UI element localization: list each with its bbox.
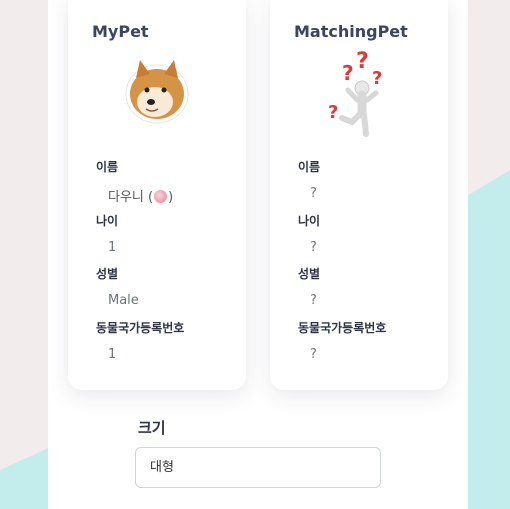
matchingpet-title: MatchingPet [294, 22, 408, 41]
mypet-gender-value: Male [108, 293, 139, 308]
matchingpet-name-label: 이름 [298, 160, 321, 174]
mypet-title: MyPet [92, 22, 149, 41]
mypet-age-label: 나이 [96, 214, 119, 228]
mypet-reg-value: 1 [108, 347, 117, 362]
question-figure-image: ? ? ? ? [328, 49, 382, 137]
mypet-name-label: 이름 [96, 160, 119, 174]
matchingpet-reg-value: ? [310, 347, 317, 362]
svg-text:?: ? [356, 49, 369, 74]
svg-text:?: ? [372, 68, 382, 89]
mypet-name-value: 다우니 () [108, 190, 174, 205]
mypet-age-value: 1 [108, 240, 117, 255]
dog-image [125, 60, 189, 124]
size-input[interactable]: 대형 [135, 447, 381, 488]
matchingpet-gender-value: ? [310, 293, 317, 308]
matchingpet-card: MatchingPet ? ? ? ? 이름 ? 나이 ? 성별 ? 동물국가등… [270, 0, 448, 390]
svg-text:?: ? [342, 61, 354, 85]
size-label: 크기 [138, 419, 166, 437]
mypet-gender-label: 성별 [96, 267, 119, 281]
flower-icon [154, 190, 168, 203]
matchingpet-age-value: ? [310, 240, 317, 255]
svg-text:?: ? [328, 102, 338, 123]
matchingpet-age-label: 나이 [298, 214, 321, 228]
matchingpet-gender-label: 성별 [298, 267, 321, 281]
mypet-card: MyPet 이름 다우니 () 나이 1 성별 Male 동물국가등록번호 1 [68, 0, 246, 390]
matchingpet-name-value: ? [310, 186, 317, 201]
matchingpet-reg-label: 동물국가등록번호 [298, 321, 387, 335]
mypet-reg-label: 동물국가등록번호 [96, 321, 185, 335]
